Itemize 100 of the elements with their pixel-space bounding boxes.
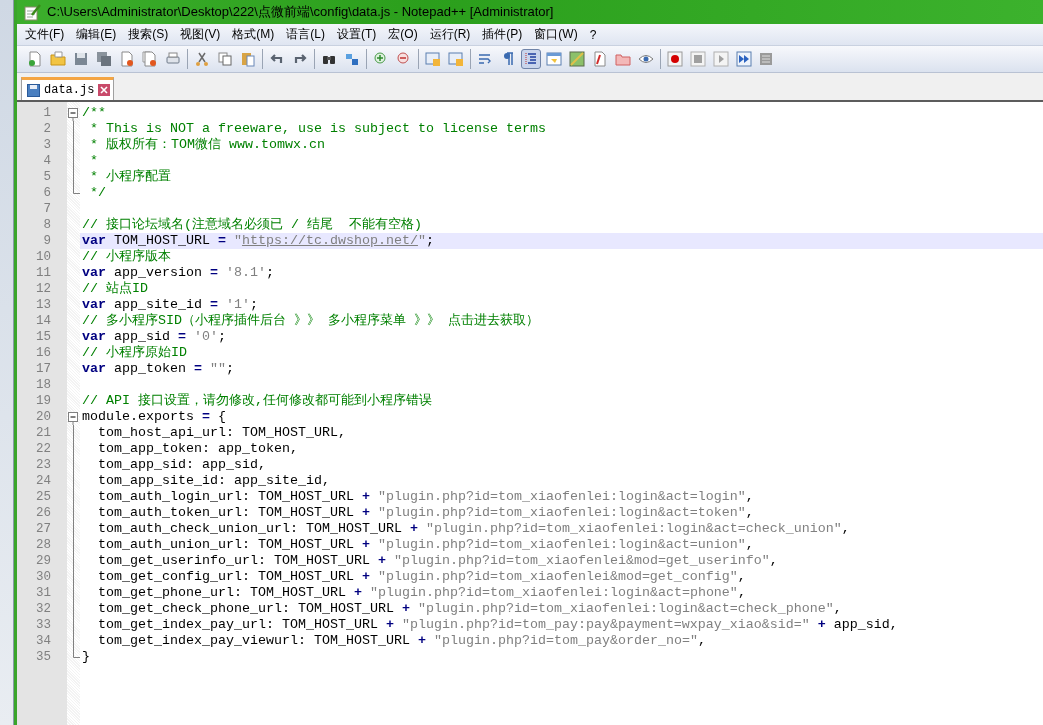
- function-list-icon: [592, 51, 608, 67]
- line-number: 16: [35, 345, 52, 361]
- fold-marker-icon[interactable]: [68, 409, 79, 425]
- zoom-out-icon: [396, 51, 412, 67]
- line-number: 22: [35, 441, 52, 457]
- line-number: 1: [42, 105, 52, 121]
- code-line: module.exports = {: [81, 409, 227, 425]
- new-file-icon: [27, 51, 43, 67]
- close-file-icon: [119, 51, 135, 67]
- line-number: 14: [35, 313, 52, 329]
- print-icon: [165, 51, 181, 67]
- line-number: 10: [35, 249, 52, 265]
- paste-icon: [240, 51, 256, 67]
- fast-forward-icon: [736, 51, 752, 67]
- line-number: 20: [35, 409, 52, 425]
- code-line: /**: [81, 105, 107, 121]
- map-icon: [569, 51, 585, 67]
- line-number: 6: [42, 185, 52, 201]
- code-line: // 站点ID: [81, 281, 149, 297]
- code-line: tom_get_config_url: TOM_HOST_URL + "plugin.php?id=tom_xiaofenlei&mod=get_config",: [97, 569, 747, 585]
- line-number: 17: [35, 361, 52, 377]
- menu-item[interactable]: 设置(T): [331, 24, 383, 45]
- line-number: 24: [35, 473, 52, 489]
- menu-item[interactable]: 语言(L): [280, 24, 331, 45]
- code-line: * This is NOT a freeware, use is subject to license terms: [89, 121, 547, 137]
- line-number: 5: [42, 169, 52, 185]
- code-line: tom_app_site_id: app_site_id,: [97, 473, 331, 489]
- line-number: 33: [35, 617, 52, 633]
- menu-item[interactable]: 宏(O): [382, 24, 424, 45]
- line-number: 19: [35, 393, 52, 409]
- line-number: 13: [35, 297, 52, 313]
- play-icon: [713, 51, 729, 67]
- line-number: 7: [42, 201, 52, 217]
- code-line: // 多小程序SID（小程序插件后台 》》 多小程序菜单 》》 点击进去获取）: [81, 313, 540, 329]
- line-number: 25: [35, 489, 52, 505]
- line-number: 31: [35, 585, 52, 601]
- line-number: 4: [42, 153, 52, 169]
- code-line: */: [89, 185, 107, 201]
- line-number: 12: [35, 281, 52, 297]
- cut-icon: [194, 51, 210, 67]
- line-number: 32: [35, 601, 52, 617]
- line-number: 11: [35, 265, 52, 281]
- open-folder-icon: [50, 51, 66, 67]
- code-line: * 版权所有：TOM微信 www.tomwx.cn: [89, 137, 326, 153]
- menu-item[interactable]: 视图(V): [174, 24, 227, 45]
- toolbar-button[interactable]: [665, 49, 685, 69]
- code-line: tom_host_api_url: TOM_HOST_URL,: [97, 425, 347, 441]
- line-number: 23: [35, 457, 52, 473]
- menu-item[interactable]: 运行(R): [423, 24, 477, 45]
- code-line: var app_version = '8.1';: [81, 265, 275, 281]
- window-title: C:\Users\Administrator\Desktop\222\点微前端\config\data.js - Notepad++ [Administrator]: [47, 3, 554, 21]
- line-number: 27: [35, 521, 52, 537]
- code-line: tom_app_sid: app_sid,: [97, 457, 267, 473]
- menu-item[interactable]: 插件(P): [476, 24, 529, 45]
- list-grid-icon: [759, 51, 775, 67]
- code-line: // API 接口设置，请勿修改,任何修改都可能到小程序错误: [81, 393, 433, 409]
- indent-guide-icon: [523, 51, 539, 67]
- toolbar-button[interactable]: [734, 49, 754, 69]
- code-line: *: [89, 153, 99, 169]
- code-line: tom_app_token: app_token,: [97, 441, 299, 457]
- notepad-icon: [23, 3, 41, 21]
- code-line: var app_sid = '0';: [81, 329, 227, 345]
- code-line: // 小程序原始ID: [81, 345, 188, 361]
- line-number: 15: [35, 329, 52, 345]
- window-lock-icon: [448, 51, 464, 67]
- save-icon: [73, 51, 89, 67]
- file-tab[interactable]: data.js: [21, 77, 115, 100]
- menu-item[interactable]: 编辑(E): [70, 24, 123, 45]
- fold-end-line: [72, 185, 80, 194]
- save-icon: [27, 83, 40, 97]
- line-number: 30: [35, 569, 52, 585]
- menu-item[interactable]: 文件(F): [19, 24, 71, 45]
- record-icon: [667, 51, 683, 67]
- code-line: var app_site_id = '1';: [81, 297, 259, 313]
- replace-icon: [344, 51, 360, 67]
- line-number: 35: [35, 649, 52, 665]
- code-line: * 小程序配置: [89, 169, 172, 185]
- code-line: tom_get_index_pay_viewurl: TOM_HOST_URL + "plugin.php?id=tom_pay&order_no=",: [97, 633, 707, 649]
- line-number: 34: [35, 633, 52, 649]
- code-line: // 接口论坛域名(注意域名必须已 / 结尾 不能有空格): [81, 217, 423, 233]
- close-all-icon: [142, 51, 158, 67]
- code-line: tom_get_index_pay_url: TOM_HOST_URL + "plugin.php?id=tom_pay:pay&payment=wxpay_xiao&sid=" + app_sid,: [97, 617, 899, 633]
- fold-marker-icon[interactable]: [68, 105, 79, 121]
- save-all-icon: [96, 51, 112, 67]
- code-line: // 小程序版本: [81, 249, 172, 265]
- code-line: }: [81, 649, 91, 665]
- line-number: 21: [35, 425, 52, 441]
- line-number: 18: [35, 377, 52, 393]
- code-line: tom_auth_token_url: TOM_HOST_URL + "plugin.php?id=tom_xiaofenlei:login&act=token",: [97, 505, 755, 521]
- menu-item[interactable]: ?: [583, 25, 603, 44]
- code-line: tom_get_check_phone_url: TOM_HOST_URL + "plugin.php?id=tom_xiaofenlei:login&act=check_phone",: [97, 601, 843, 617]
- menu-item[interactable]: 格式(M): [226, 24, 281, 45]
- window-icon: [546, 51, 562, 67]
- wrap-lines-icon: [477, 51, 493, 67]
- line-number: 3: [42, 137, 52, 153]
- code-line: var app_token = "";: [81, 361, 235, 377]
- menu-item[interactable]: 窗口(W): [528, 24, 584, 45]
- code-line: tom_get_phone_url: TOM_HOST_URL + "plugin.php?id=tom_xiaofenlei:login&act=phone",: [97, 585, 747, 601]
- close-icon[interactable]: [98, 84, 111, 96]
- menu-item[interactable]: 搜索(S): [122, 24, 175, 45]
